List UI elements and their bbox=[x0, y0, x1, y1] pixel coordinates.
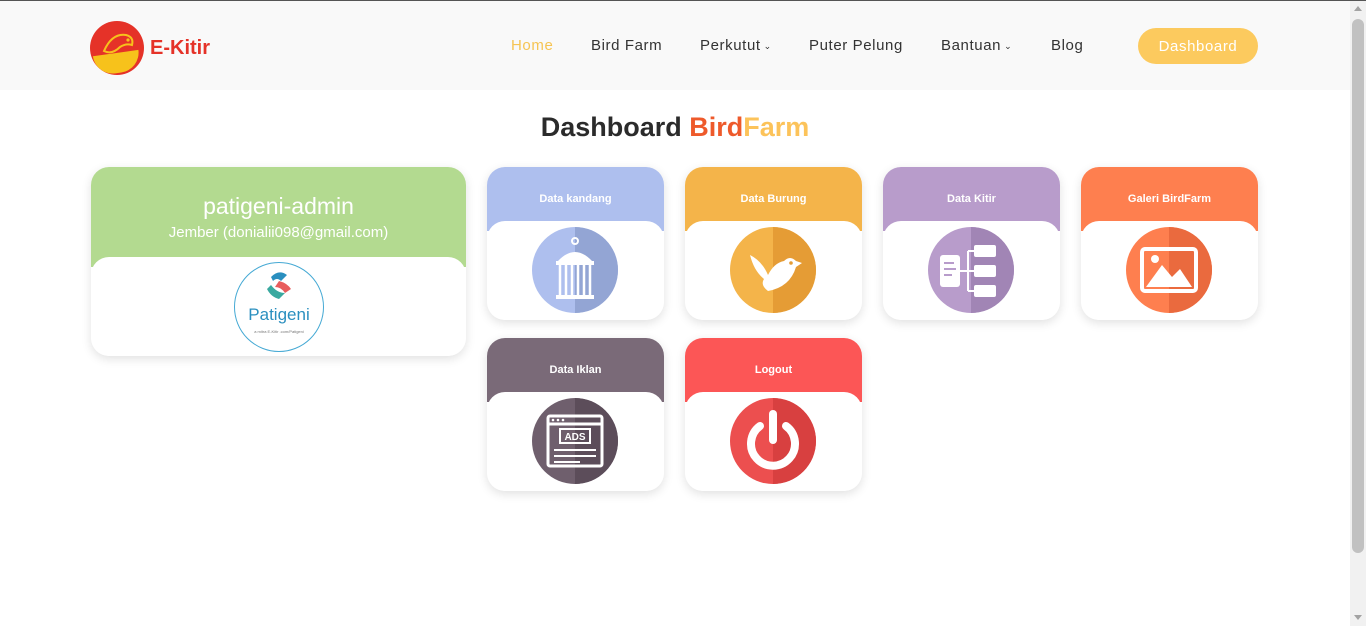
profile-location-email: Jember (donialii098@gmail.com) bbox=[168, 224, 389, 241]
document-tree-icon bbox=[928, 227, 1014, 313]
scroll-up-arrow-icon[interactable] bbox=[1354, 6, 1362, 11]
profile-card: patigeni-admin Jember (donialii098@gmail… bbox=[91, 167, 466, 356]
tile-galeri-birdfarm[interactable]: Galeri BirdFarm bbox=[1081, 167, 1258, 320]
dashboard-button[interactable]: Dashboard bbox=[1138, 28, 1258, 64]
tile-data-kitir[interactable]: Data Kitir bbox=[883, 167, 1060, 320]
nav-blog[interactable]: Blog bbox=[1051, 37, 1083, 54]
scroll-down-arrow-icon[interactable] bbox=[1354, 615, 1362, 620]
page-scrollbar[interactable] bbox=[1350, 1, 1366, 626]
tile-logout[interactable]: Logout bbox=[685, 338, 862, 491]
chevron-down-icon: ⌄ bbox=[763, 40, 772, 51]
svg-text:ADS: ADS bbox=[564, 432, 585, 443]
scroll-thumb[interactable] bbox=[1352, 19, 1364, 553]
navbar: E-Kitir Home Bird Farm Perkutut ⌄ Puter P… bbox=[0, 1, 1350, 90]
nav-perkutut[interactable]: Perkutut ⌄ bbox=[700, 37, 772, 54]
nav-bird-farm[interactable]: Bird Farm bbox=[591, 37, 662, 54]
tile-data-burung[interactable]: Data Burung bbox=[685, 167, 862, 320]
birdcage-icon bbox=[532, 227, 618, 313]
power-icon bbox=[730, 398, 816, 484]
nav-puter-pelung[interactable]: Puter Pelung bbox=[809, 37, 903, 54]
profile-header: patigeni-admin Jember (donialii098@gmail… bbox=[91, 167, 466, 267]
ads-icon: ADS bbox=[532, 398, 618, 484]
bird-icon bbox=[730, 227, 816, 313]
image-gallery-icon bbox=[1126, 227, 1212, 313]
tile-data-kandang[interactable]: Data kandang bbox=[487, 167, 664, 320]
profile-name: patigeni-admin bbox=[203, 193, 354, 219]
chevron-down-icon: ⌄ bbox=[1004, 40, 1013, 51]
page-title: Dashboard BirdFarm bbox=[540, 112, 810, 142]
nav-bantuan[interactable]: Bantuan ⌄ bbox=[941, 37, 1012, 54]
patigeni-logo: Patigeni a mitra E-Kitir .com/Patigeni bbox=[234, 262, 324, 352]
tile-data-iklan[interactable]: Data Iklan ADS bbox=[487, 338, 664, 491]
profile-body: Patigeni a mitra E-Kitir .com/Patigeni bbox=[91, 257, 466, 356]
nav-home[interactable]: Home bbox=[511, 37, 553, 54]
patigeni-mark-icon bbox=[267, 272, 291, 299]
